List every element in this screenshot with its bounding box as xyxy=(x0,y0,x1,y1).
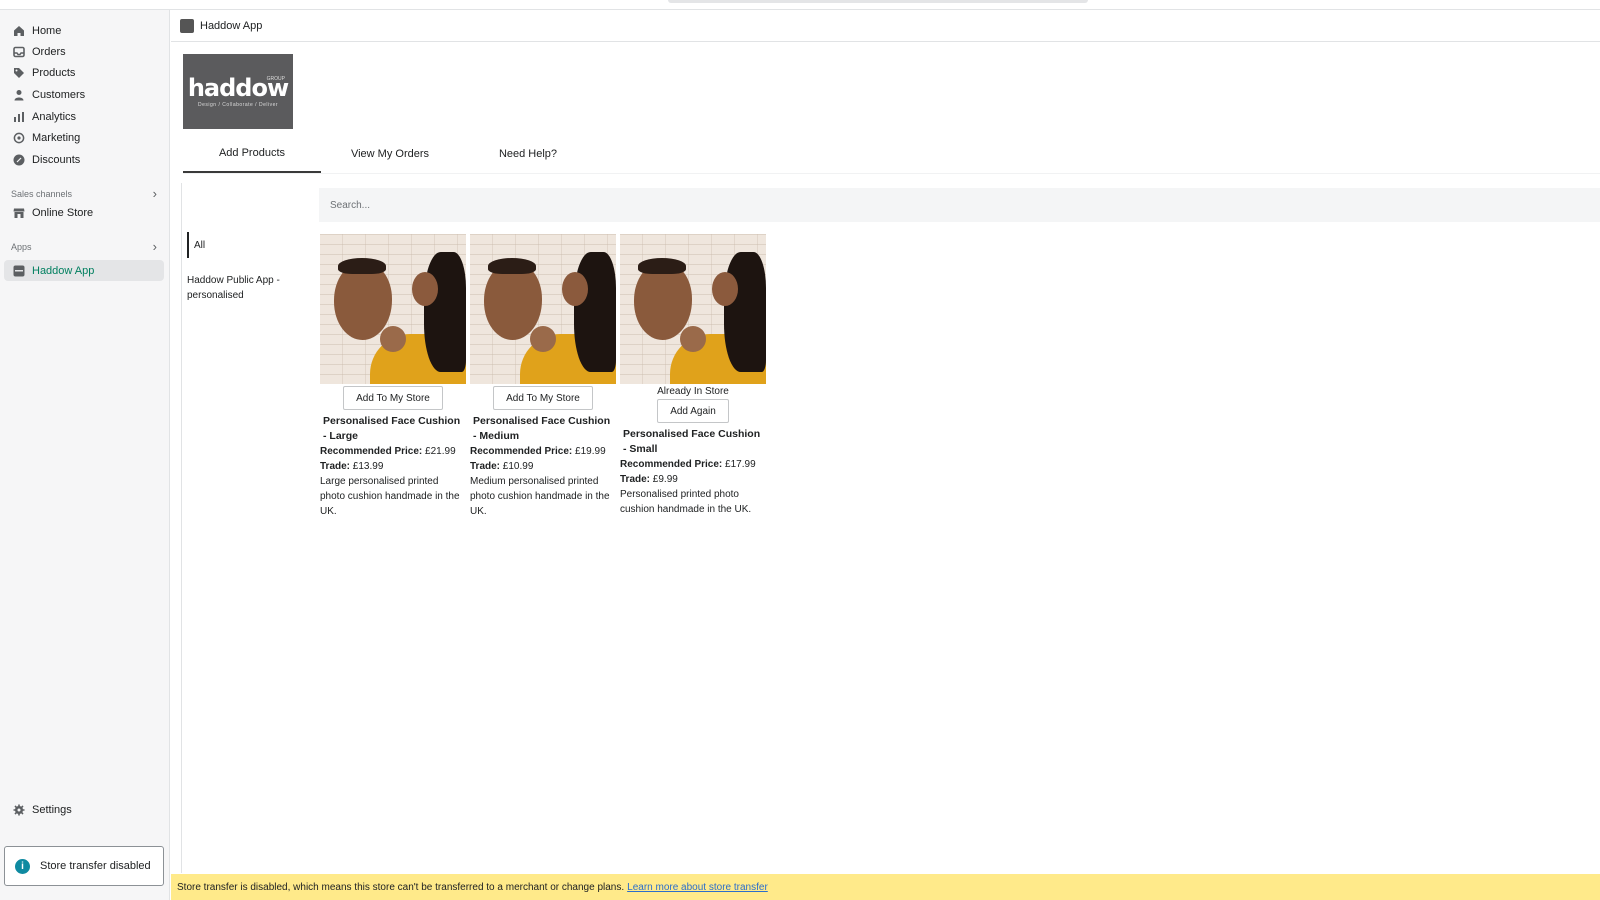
sidebar-item-label: Discounts xyxy=(32,153,81,166)
apps-header[interactable]: Apps › xyxy=(11,239,161,254)
chevron-right-icon: › xyxy=(152,239,157,254)
recommended-price: Recommended Price: £17.99 xyxy=(620,459,756,470)
product-image[interactable] xyxy=(470,234,616,384)
sidebar-item-online-store[interactable]: Online Store xyxy=(4,202,164,223)
product-image[interactable] xyxy=(320,234,466,384)
product-card: Add To My Store Personalised Face Cushio… xyxy=(320,234,466,519)
home-icon xyxy=(12,24,25,37)
product-description: Personalised printed photo cushion handm… xyxy=(620,489,752,515)
sidebar-item-label: Marketing xyxy=(32,131,81,144)
logo-group-text: GROUP xyxy=(266,76,285,82)
tab-view-my-orders[interactable]: View My Orders xyxy=(321,135,459,173)
category-all[interactable]: All xyxy=(187,232,205,258)
sidebar-item-products[interactable]: Products xyxy=(4,62,164,83)
trade-price: Trade: £13.99 xyxy=(320,461,384,472)
section-label: Sales channels xyxy=(11,188,73,199)
product-name: Personalised Face Cushion - Medium xyxy=(473,415,611,442)
product-name: Personalised Face Cushion - Small xyxy=(623,428,761,455)
app-main: GROUP haddow Design / Collaborate / Deli… xyxy=(171,43,1600,873)
sidebar-item-haddow-app[interactable]: Haddow App xyxy=(4,260,164,281)
section-label: Apps xyxy=(11,241,32,252)
category-label: Haddow Public App - personalised xyxy=(187,275,280,301)
trade-price: Trade: £9.99 xyxy=(620,474,678,485)
product-description: Large personalised printed photo cushion… xyxy=(320,476,460,517)
app-icon xyxy=(180,18,194,33)
product-card: Add To My Store Personalised Face Cushio… xyxy=(470,234,616,519)
person-icon xyxy=(12,88,25,101)
product-card: Already In Store Add Again Personalised … xyxy=(620,234,766,517)
sidebar-item-home[interactable]: Home xyxy=(4,20,164,41)
tag-icon xyxy=(12,66,25,79)
sales-channels-header[interactable]: Sales channels › xyxy=(11,186,161,201)
tab-add-products[interactable]: Add Products xyxy=(183,135,321,173)
gear-icon xyxy=(12,803,25,816)
product-description: Medium personalised printed photo cushio… xyxy=(470,476,610,517)
add-again-button[interactable]: Add Again xyxy=(657,399,729,423)
sidebar-item-label: Customers xyxy=(32,88,86,101)
sidebar-item-marketing[interactable]: Marketing xyxy=(4,127,164,148)
discount-icon xyxy=(12,153,25,166)
tab-divider xyxy=(183,173,1600,174)
sidebar-item-label: Products xyxy=(32,66,76,79)
sidebar-item-label: Haddow App xyxy=(32,264,95,277)
banner-text: Store transfer is disabled, which means … xyxy=(177,881,625,893)
store-icon xyxy=(12,206,25,219)
sidebar-item-label: Analytics xyxy=(32,110,77,123)
store-transfer-status[interactable]: i Store transfer disabled xyxy=(4,846,164,886)
app-title: Haddow App xyxy=(200,19,263,32)
sidebar-item-label: Orders xyxy=(32,45,66,58)
recommended-price: Recommended Price: £19.99 xyxy=(470,446,606,457)
add-to-store-button[interactable]: Add To My Store xyxy=(493,386,593,410)
tab-need-help[interactable]: Need Help? xyxy=(459,135,597,173)
category-haddow-public-app[interactable]: Haddow Public App - personalised xyxy=(187,273,297,303)
chevron-right-icon: › xyxy=(152,186,157,201)
trade-price: Trade: £10.99 xyxy=(470,461,534,472)
sidebar-item-customers[interactable]: Customers xyxy=(4,84,164,105)
address-bar[interactable] xyxy=(668,0,1088,3)
sidebar-item-label: Home xyxy=(32,24,62,37)
sidebar-item-label: Settings xyxy=(32,803,72,816)
sidebar-item-label: Online Store xyxy=(32,206,94,219)
store-transfer-label: Store transfer disabled xyxy=(40,860,151,872)
product-name: Personalised Face Cushion - Large xyxy=(323,415,461,442)
sidebar-item-analytics[interactable]: Analytics xyxy=(4,106,164,127)
bar-chart-icon xyxy=(12,110,25,123)
sidebar-item-orders[interactable]: Orders xyxy=(4,41,164,62)
haddow-logo: GROUP haddow Design / Collaborate / Deli… xyxy=(183,54,293,129)
product-image[interactable] xyxy=(620,234,766,384)
orders-icon xyxy=(12,45,25,58)
browser-top-strip xyxy=(0,0,1600,10)
category-panel-divider xyxy=(181,183,182,873)
recommended-price: Recommended Price: £21.99 xyxy=(320,446,456,457)
logo-tagline: Design / Collaborate / Deliver xyxy=(197,101,279,108)
admin-sidebar: Home Orders Products Customers Analytics… xyxy=(0,10,170,900)
sidebar-item-discounts[interactable]: Discounts xyxy=(4,149,164,170)
store-transfer-banner: Store transfer is disabled, which means … xyxy=(171,874,1600,900)
sidebar-item-settings[interactable]: Settings xyxy=(4,799,164,820)
search-input[interactable] xyxy=(319,188,1600,222)
already-in-store-label: Already In Store xyxy=(657,386,729,397)
add-to-store-button[interactable]: Add To My Store xyxy=(343,386,443,410)
info-icon: i xyxy=(15,858,30,874)
app-header: Haddow App xyxy=(171,10,1600,42)
category-label: All xyxy=(194,239,206,251)
target-icon xyxy=(12,131,25,144)
tab-bar: Add Products View My Orders Need Help? xyxy=(183,135,597,173)
app-icon xyxy=(12,264,25,277)
learn-more-link[interactable]: Learn more about store transfer xyxy=(627,882,768,893)
